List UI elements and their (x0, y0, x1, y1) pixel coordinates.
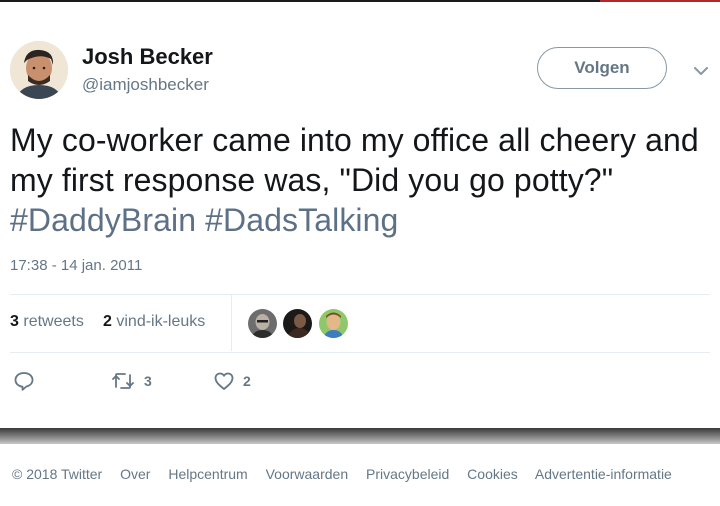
tweet-timestamp[interactable]: 17:38 - 14 jan. 2011 (10, 257, 142, 274)
liker-avatar-3[interactable] (319, 309, 348, 338)
footer-copyright: © 2018 Twitter (12, 466, 103, 482)
liker-avatar-1[interactable] (248, 309, 277, 338)
chevron-down-icon[interactable] (690, 60, 712, 82)
footer-link-cookies[interactable]: Cookies (467, 466, 518, 482)
retweet-icon (112, 373, 134, 389)
tweet-text: My co-worker came into my office all che… (10, 120, 710, 240)
retweets-count: 3 (10, 313, 19, 330)
retweet-button[interactable]: 3 (110, 368, 152, 394)
likes-stat[interactable]: 2 vind-ik-leuks (103, 313, 205, 331)
liker-photo-3-icon (319, 309, 348, 338)
likes-label: vind-ik-leuks (116, 313, 206, 330)
follow-button[interactable]: Volgen (537, 47, 667, 89)
liker-photo-2-icon (283, 309, 312, 338)
tweet-body: My co-worker came into my office all che… (10, 122, 699, 198)
reply-icon (14, 372, 34, 391)
footer-link-voorwaarden[interactable]: Voorwaarden (266, 466, 349, 482)
reply-button[interactable] (13, 368, 35, 394)
retweets-label: retweets (23, 313, 84, 330)
hashtag-dadstalking[interactable]: #DadsTalking (205, 202, 398, 238)
user-name[interactable]: Josh Becker (82, 44, 213, 70)
footer-link-helpcentrum[interactable]: Helpcentrum (168, 466, 247, 482)
likes-count: 2 (103, 313, 112, 330)
retweet-count: 3 (144, 373, 152, 389)
liker-photo-1-icon (248, 309, 277, 338)
stats-separator (231, 295, 232, 351)
like-count: 2 (243, 373, 251, 389)
top-edge-accent (600, 0, 720, 2)
footer: © 2018 Twitter Over Helpcentrum Voorwaar… (12, 466, 686, 482)
liker-avatar-2[interactable] (283, 309, 312, 338)
retweets-stat[interactable]: 3 retweets (10, 313, 84, 331)
tweet-page: Josh Becker @iamjoshbecker Volgen My co-… (0, 0, 720, 506)
footer-link-over[interactable]: Over (120, 466, 150, 482)
footer-link-privacybeleid[interactable]: Privacybeleid (366, 466, 449, 482)
avatar[interactable] (10, 41, 68, 99)
divider (10, 352, 710, 353)
like-button[interactable]: 2 (213, 368, 251, 394)
user-handle[interactable]: @iamjoshbecker (82, 75, 209, 95)
tweet-stats: 3 retweets 2 vind-ik-leuks (10, 295, 710, 351)
hashtag-daddybrain[interactable]: #DaddyBrain (10, 202, 196, 238)
footer-link-advertentie-informatie[interactable]: Advertentie-informatie (535, 466, 672, 482)
profile-photo-icon (10, 41, 68, 99)
heart-icon (214, 372, 234, 390)
page-bottom-band (0, 428, 720, 444)
